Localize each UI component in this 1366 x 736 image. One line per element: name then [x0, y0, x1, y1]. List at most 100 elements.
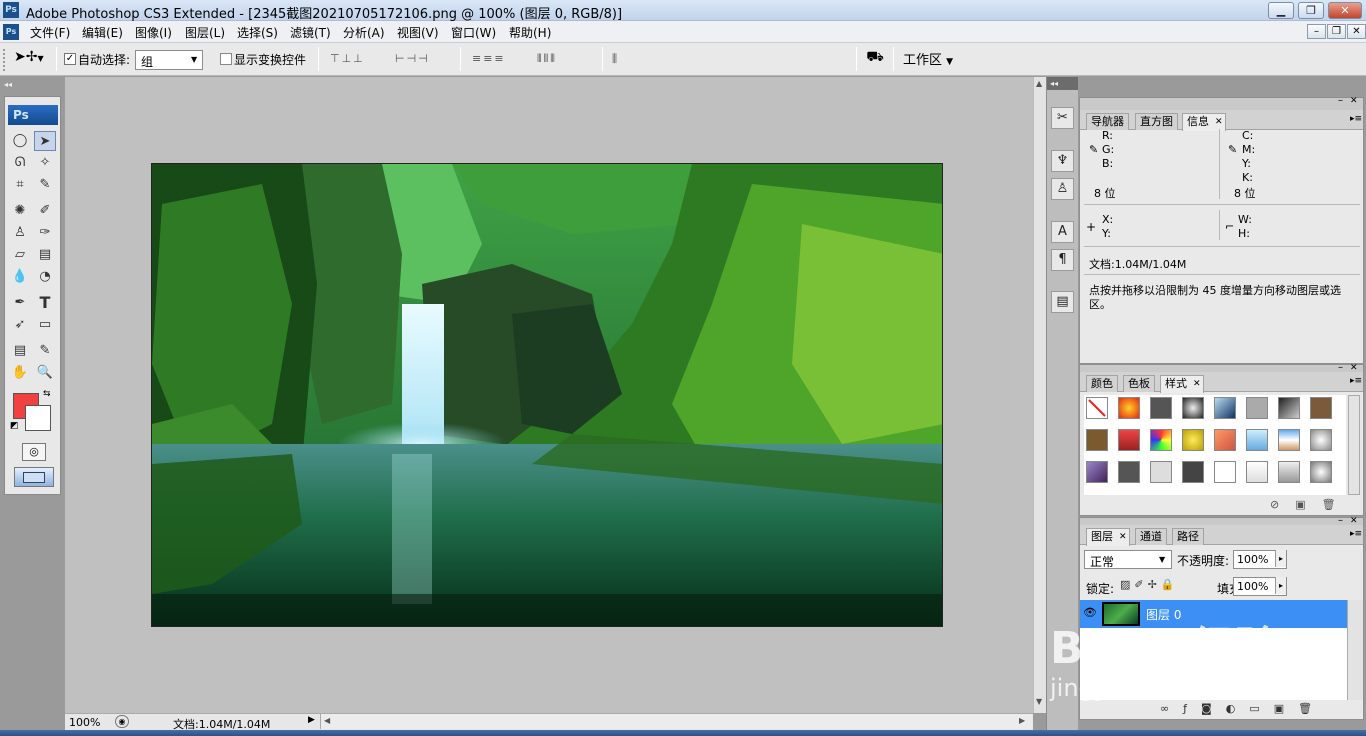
- notes-tool[interactable]: ▤: [9, 341, 31, 361]
- background-color-swatch[interactable]: [25, 405, 51, 431]
- eraser-tool[interactable]: ▱: [9, 245, 31, 265]
- layers-scrollbar[interactable]: [1347, 600, 1363, 700]
- doc-close-button[interactable]: ✕: [1347, 24, 1366, 39]
- minimize-button[interactable]: ▁: [1268, 2, 1294, 19]
- collapse-arrows-icon[interactable]: ◂◂: [4, 80, 12, 89]
- tab-swatches[interactable]: 色板: [1123, 375, 1155, 392]
- move-tool-preset-button[interactable]: ➤✢▼: [14, 49, 50, 69]
- styles-scrollbar[interactable]: [1348, 395, 1360, 495]
- style-swatch[interactable]: [1278, 397, 1300, 419]
- auto-select-checkbox[interactable]: ✓: [64, 53, 76, 65]
- quick-mask-button[interactable]: ◎: [22, 443, 46, 461]
- style-swatch[interactable]: [1086, 429, 1108, 451]
- opacity-input[interactable]: 100% ▸: [1233, 550, 1287, 569]
- style-swatch[interactable]: [1118, 397, 1140, 419]
- gradient-tool[interactable]: ▤: [34, 245, 56, 265]
- style-swatch[interactable]: [1086, 461, 1108, 483]
- style-swatch[interactable]: [1214, 397, 1236, 419]
- tab-color[interactable]: 颜色: [1086, 375, 1118, 392]
- style-swatch[interactable]: [1118, 429, 1140, 451]
- type-tool[interactable]: T: [34, 293, 56, 313]
- style-swatch[interactable]: [1310, 461, 1332, 483]
- scroll-up-icon[interactable]: ▲: [1036, 79, 1042, 88]
- hand-tool[interactable]: ✋: [9, 363, 31, 383]
- lock-icons[interactable]: ▨✐✢🔒: [1120, 578, 1179, 591]
- menu-analysis[interactable]: 分析(A): [343, 24, 385, 41]
- stamp-tool[interactable]: ♙: [9, 223, 31, 243]
- layer-comps-button[interactable]: ▤: [1051, 291, 1074, 313]
- bridge-button[interactable]: ⛟: [862, 49, 888, 71]
- screen-mode-button[interactable]: [14, 467, 54, 487]
- move-tool[interactable]: ➤: [34, 131, 56, 151]
- default-colors-icon[interactable]: ◩: [10, 421, 19, 431]
- style-swatch[interactable]: [1182, 429, 1204, 451]
- doc-minimize-button[interactable]: –: [1307, 24, 1326, 39]
- chevron-right-icon[interactable]: ▸: [1275, 577, 1286, 594]
- chevron-right-icon[interactable]: ▸: [1275, 550, 1286, 567]
- menu-view[interactable]: 视图(V): [397, 24, 439, 41]
- scroll-left-icon[interactable]: ◀: [324, 716, 330, 725]
- close-button[interactable]: ✕: [1328, 2, 1362, 19]
- character-panel-button[interactable]: A: [1051, 221, 1074, 243]
- dodge-tool[interactable]: ◔: [34, 267, 56, 287]
- swap-colors-icon[interactable]: ⇆: [43, 389, 51, 399]
- eyedropper-tool[interactable]: ✎: [34, 341, 56, 361]
- canvas-horizontal-scrollbar[interactable]: ◀ ▶: [320, 714, 1032, 729]
- shape-tool[interactable]: ▭: [34, 315, 56, 335]
- brush-tool[interactable]: ✐: [34, 201, 56, 221]
- tab-navigator[interactable]: 导航器: [1086, 113, 1129, 130]
- menu-image[interactable]: 图像(I): [135, 24, 172, 41]
- brushes-panel-button[interactable]: ♆: [1051, 150, 1074, 172]
- history-brush-tool[interactable]: ✑: [34, 223, 56, 243]
- menu-select[interactable]: 选择(S): [237, 24, 278, 41]
- style-swatch[interactable]: [1150, 429, 1172, 451]
- clone-source-button[interactable]: ♙: [1051, 178, 1074, 200]
- blur-tool[interactable]: 💧: [9, 267, 31, 287]
- style-swatch[interactable]: [1246, 461, 1268, 483]
- doc-restore-button[interactable]: ❐: [1327, 24, 1346, 39]
- crop-tool[interactable]: ⌗: [9, 175, 31, 195]
- scroll-right-icon[interactable]: ▶: [1019, 716, 1025, 725]
- menu-help[interactable]: 帮助(H): [509, 24, 551, 41]
- style-swatch[interactable]: [1310, 397, 1332, 419]
- zoom-level[interactable]: 100%: [69, 716, 100, 729]
- style-none[interactable]: [1086, 397, 1108, 419]
- panel-menu-icon[interactable]: ▸≡: [1350, 376, 1362, 386]
- align-top-icon[interactable]: ⊤⊥⊥: [330, 52, 365, 66]
- path-selection-tool[interactable]: ➶: [9, 315, 31, 335]
- tab-paths[interactable]: 路径: [1172, 528, 1204, 545]
- minimize-icon[interactable]: –: [1338, 95, 1343, 106]
- style-swatch[interactable]: [1182, 461, 1204, 483]
- paragraph-panel-button[interactable]: ¶: [1051, 249, 1074, 271]
- tab-histogram[interactable]: 直方图: [1135, 113, 1178, 130]
- layers-footer-icons[interactable]: ∞ƒ◙◐▭▣🗑: [1160, 702, 1326, 715]
- blend-mode-dropdown[interactable]: 正常 ▼: [1084, 550, 1172, 569]
- style-swatch[interactable]: [1182, 397, 1204, 419]
- close-icon[interactable]: ✕: [1215, 114, 1223, 130]
- document-image[interactable]: [151, 163, 943, 627]
- tab-layers[interactable]: 图层 ✕: [1086, 528, 1130, 546]
- auto-align-icon[interactable]: ⫼: [612, 52, 619, 66]
- menu-edit[interactable]: 编辑(E): [82, 24, 123, 41]
- magic-wand-tool[interactable]: ✧: [34, 153, 56, 173]
- styles-footer-icons[interactable]: ⊘▣🗑: [1270, 498, 1352, 511]
- close-icon[interactable]: ✕: [1119, 529, 1127, 545]
- style-swatch[interactable]: [1118, 461, 1140, 483]
- expand-arrows-icon[interactable]: ◂◂: [1050, 79, 1058, 88]
- healing-tool[interactable]: ✺: [9, 201, 31, 221]
- distribute-top-icon[interactable]: ≡≡≡: [472, 52, 506, 66]
- align-left-icon[interactable]: ⊢⊣⊣: [395, 52, 430, 66]
- style-swatch[interactable]: [1214, 461, 1236, 483]
- tab-channels[interactable]: 通道: [1135, 528, 1167, 545]
- style-swatch[interactable]: [1310, 429, 1332, 451]
- menu-file[interactable]: 文件(F): [30, 24, 70, 41]
- style-swatch[interactable]: [1278, 461, 1300, 483]
- menu-window[interactable]: 窗口(W): [451, 24, 496, 41]
- tab-styles[interactable]: 样式 ✕: [1160, 375, 1204, 393]
- panel-menu-icon[interactable]: ▸≡: [1350, 529, 1362, 539]
- pen-tool[interactable]: ✒: [9, 293, 31, 313]
- close-icon[interactable]: ✕: [1193, 376, 1201, 392]
- status-menu-icon[interactable]: ◉: [115, 715, 129, 728]
- fill-input[interactable]: 100% ▸: [1233, 577, 1287, 596]
- scroll-down-icon[interactable]: ▼: [1036, 697, 1042, 706]
